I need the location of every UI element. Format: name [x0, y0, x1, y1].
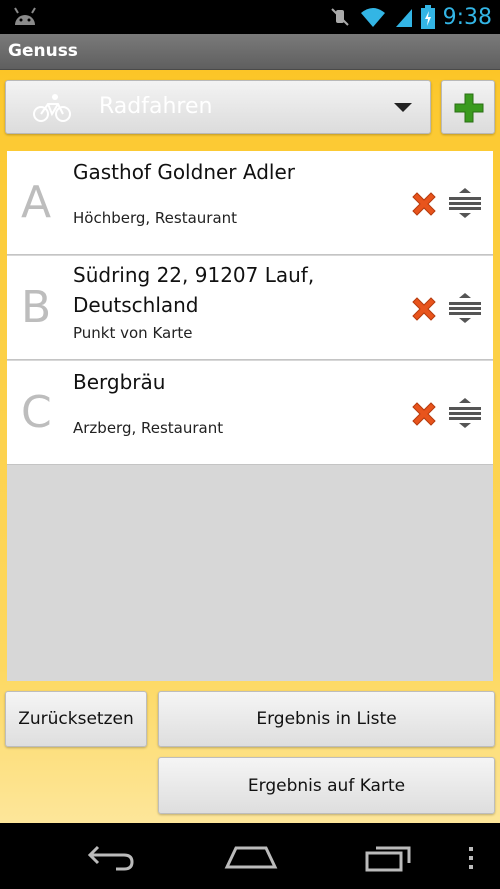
- travel-mode-label: Radfahren: [99, 94, 213, 119]
- route-point-row[interactable]: C Bergbräu Arzberg, Restaurant: [7, 361, 493, 465]
- android-icon: [14, 7, 36, 25]
- route-point-letter: A: [21, 177, 52, 228]
- add-point-button[interactable]: [441, 80, 495, 134]
- route-point-name: Bergbräu: [73, 370, 166, 394]
- wifi-icon: [360, 8, 385, 27]
- recent-apps-icon[interactable]: [364, 841, 416, 873]
- home-icon[interactable]: [224, 843, 278, 871]
- drag-handle-icon[interactable]: [448, 292, 482, 324]
- reset-button[interactable]: Zurücksetzen: [5, 691, 147, 747]
- delete-icon[interactable]: [409, 294, 439, 324]
- route-point-detail: Höchberg, Restaurant: [73, 209, 238, 227]
- signal-icon: [395, 9, 412, 27]
- route-point-detail: Arzberg, Restaurant: [73, 419, 224, 437]
- route-point-row[interactable]: A Gasthof Goldner Adler Höchberg, Restau…: [7, 151, 493, 255]
- route-point-row[interactable]: B Südring 22, 91207 Lauf, Deutschland Pu…: [7, 256, 493, 360]
- status-time: 9:38: [442, 4, 492, 30]
- plus-icon: [454, 93, 484, 123]
- travel-mode-dropdown[interactable]: Radfahren: [5, 80, 431, 134]
- battery-charging-icon: [420, 5, 435, 29]
- route-point-name: Südring 22, 91207 Lauf, Deutschland: [73, 263, 315, 317]
- navigation-bar: [0, 823, 500, 889]
- overflow-menu-icon[interactable]: [466, 845, 476, 871]
- app-content: Genuss Radfahren A Gasthof Goldner Adler…: [0, 34, 500, 823]
- route-point-name: Gasthof Goldner Adler: [73, 160, 295, 184]
- back-icon[interactable]: [86, 843, 136, 871]
- drag-handle-icon[interactable]: [448, 187, 482, 219]
- route-point-detail: Punkt von Karte: [73, 324, 193, 342]
- status-bar: 9:38: [0, 0, 500, 34]
- delete-icon[interactable]: [409, 399, 439, 429]
- route-point-letter: C: [21, 387, 52, 438]
- app-title: Genuss: [8, 41, 78, 61]
- dropdown-arrow-icon: [394, 103, 412, 112]
- title-bar: Genuss: [0, 34, 500, 70]
- drag-handle-icon[interactable]: [448, 397, 482, 429]
- route-points-list: A Gasthof Goldner Adler Höchberg, Restau…: [7, 151, 493, 681]
- result-list-button[interactable]: Ergebnis in Liste: [158, 691, 495, 747]
- mute-icon: [330, 8, 349, 26]
- result-map-button[interactable]: Ergebnis auf Karte: [158, 757, 495, 814]
- route-point-letter: B: [21, 282, 52, 333]
- delete-icon[interactable]: [409, 189, 439, 219]
- bicycle-icon: [33, 94, 71, 122]
